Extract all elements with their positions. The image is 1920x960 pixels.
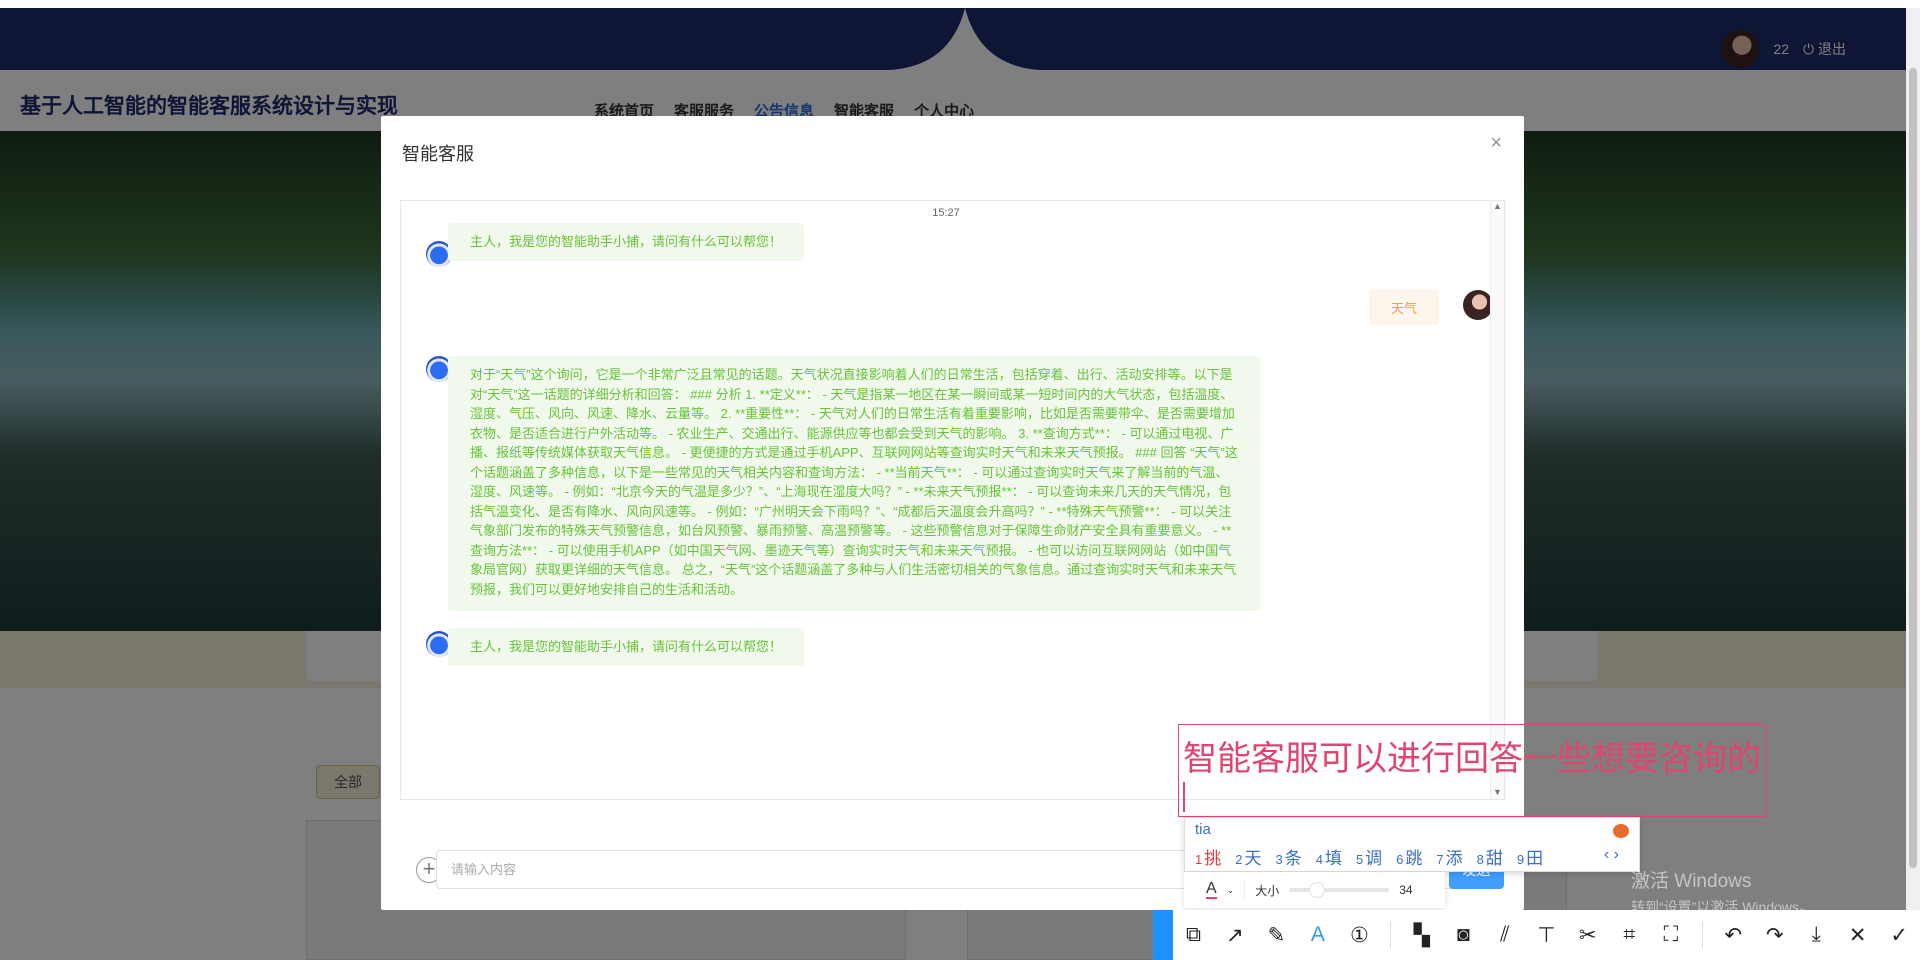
number-icon[interactable]: ① xyxy=(1341,923,1378,948)
shape-icon[interactable]: ⧉ xyxy=(1175,923,1212,947)
ime-candidate-window: tia 1挑 2天 3条 4填 5调 6跳 7添 8甜 9田 ‹ › xyxy=(1184,817,1640,872)
page-scrollbar[interactable] xyxy=(1906,8,1920,960)
text-caret xyxy=(1183,782,1185,812)
user-avatar xyxy=(1463,290,1493,320)
message-timestamp: 15:27 xyxy=(932,207,960,219)
chat-scrollbar[interactable]: ▲ ▼ xyxy=(1490,201,1504,799)
ime-candidate[interactable]: 9田 xyxy=(1517,844,1543,869)
cut-icon[interactable]: ✂ xyxy=(1569,923,1606,948)
bot-message: 对于“天气”这个询问，它是一个非常广泛且常见的话题。天气状况直接影响着人们的日常… xyxy=(448,356,1261,611)
ocr-icon[interactable]: ⌗ xyxy=(1611,923,1648,947)
download-icon[interactable]: ⤓ xyxy=(1797,923,1834,947)
dialog-title: 智能客服 xyxy=(402,144,474,164)
ime-candidate[interactable]: 7添 xyxy=(1436,844,1462,869)
ime-candidates: 1挑 2天 3条 4填 5调 6跳 7添 8甜 9田 xyxy=(1195,844,1543,869)
chat-history[interactable]: 15:27 主人，我是您的智能助手小捕，请问有什么可以帮您！ 天气 对于“天气”… xyxy=(400,200,1505,800)
blur-icon[interactable]: ◙ xyxy=(1445,923,1482,947)
undo-icon[interactable]: ↶ xyxy=(1715,923,1752,948)
mosaic-icon[interactable]: ▚ xyxy=(1403,923,1440,948)
ime-candidate[interactable]: 2天 xyxy=(1235,844,1261,869)
ime-candidate[interactable]: 5调 xyxy=(1356,844,1382,869)
top-strip xyxy=(0,0,1920,8)
annotation-text-box[interactable]: 智能客服可以进行回答一些想要咨询的 xyxy=(1178,724,1767,817)
screenshot-toolbar: ⧉ ↗ ✎ A ① ▚ ◙ ⫽ ⊤ ✂ ⌗ ⛶ ↶ ↷ ⤓ ✕ ✓ xyxy=(1153,910,1920,960)
arrow-icon[interactable]: ↗ xyxy=(1216,923,1253,948)
ime-page-icon[interactable]: ‹ › xyxy=(1604,846,1619,864)
text-recognize-icon[interactable]: ⛶ xyxy=(1652,923,1689,947)
font-color-picker[interactable]: A xyxy=(1206,881,1217,899)
ime-skin-icon[interactable] xyxy=(1613,824,1629,838)
confirm-icon[interactable]: ✓ xyxy=(1880,923,1917,948)
size-value: 34 xyxy=(1399,883,1413,897)
ime-candidate[interactable]: 4填 xyxy=(1316,844,1342,869)
font-size-slider[interactable] xyxy=(1289,882,1390,898)
bot-message: 主人，我是您的智能助手小捕，请问有什么可以帮您！ xyxy=(448,223,805,261)
watermark-line1: 激活 Windows xyxy=(1631,871,1752,892)
ime-candidate[interactable]: 8甜 xyxy=(1477,844,1503,869)
chevron-down-icon[interactable]: ⌄ xyxy=(1227,885,1235,896)
scroll-up-icon[interactable]: ▲ xyxy=(1491,201,1504,211)
annotation-text: 智能客服可以进行回答一些想要咨询的 xyxy=(1183,740,1761,778)
text-icon[interactable]: A xyxy=(1299,923,1336,947)
ime-composition: tia xyxy=(1195,821,1211,838)
user-message: 天气 xyxy=(1369,289,1440,326)
bot-message: 主人，我是您的智能助手小捕，请问有什么可以帮您！ xyxy=(448,628,805,666)
ime-candidate[interactable]: 1挑 xyxy=(1195,844,1221,869)
ime-candidate[interactable]: 6跳 xyxy=(1396,844,1422,869)
pen-icon[interactable]: ✎ xyxy=(1258,923,1295,948)
hatch-icon[interactable]: ⫽ xyxy=(1486,923,1523,947)
redo-icon[interactable]: ↷ xyxy=(1756,923,1793,948)
pin-icon[interactable]: ⊤ xyxy=(1528,923,1565,948)
close-icon[interactable]: × xyxy=(1490,132,1502,155)
toolbar-handle[interactable] xyxy=(1153,910,1173,960)
size-label: 大小 xyxy=(1255,883,1280,898)
annotation-text-toolbar: A ⌄ 大小 34 xyxy=(1184,872,1445,908)
close-icon[interactable]: ✕ xyxy=(1839,923,1876,948)
ime-candidate[interactable]: 3条 xyxy=(1275,844,1301,869)
